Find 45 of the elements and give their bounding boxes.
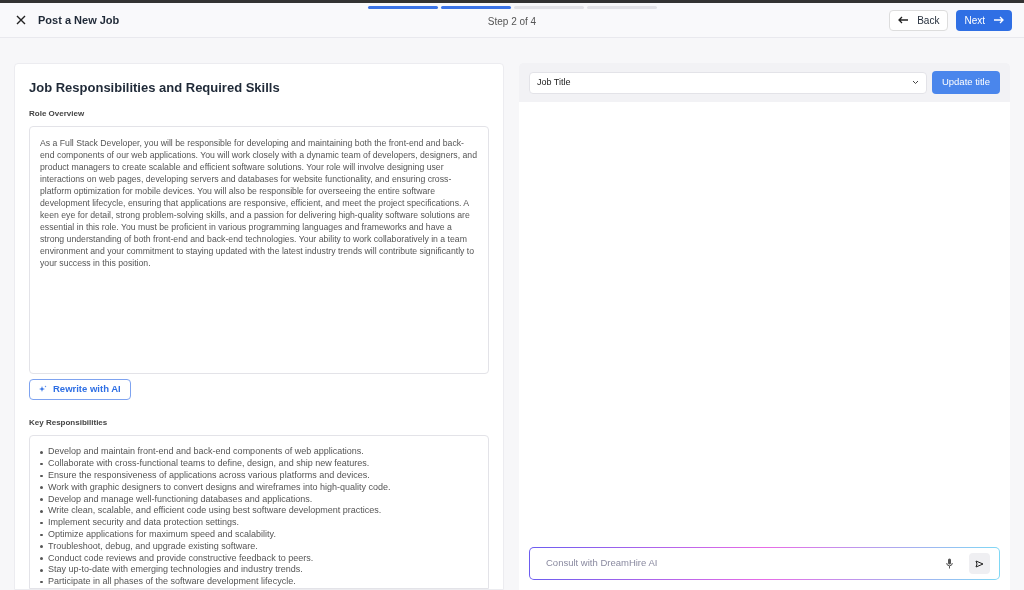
send-icon: [975, 559, 984, 568]
bullet-icon: [40, 498, 43, 501]
list-item: Develop and manage well-functioning databases and applications.: [48, 493, 313, 506]
list-item: Implement security and data protection settings.: [48, 517, 240, 529]
bullet-icon: [40, 580, 43, 584]
page-title: Post a New Job: [38, 12, 120, 28]
list-item: Conduct code reviews and provide constructive feedback to peers.: [48, 552, 314, 565]
list-item: Collaborate with cross-functional teams to define, design, and ship new features.: [48, 458, 370, 471]
back-button[interactable]: Back: [889, 9, 949, 31]
microphone-icon[interactable]: [946, 558, 953, 569]
job-title-select[interactable]: Job Title: [529, 71, 927, 94]
list-item: Ensure the responsiveness of applications across various platforms and devices.: [48, 470, 370, 482]
close-icon[interactable]: [16, 15, 26, 25]
list-item: Participate in all phases of the software development lifecycle.: [48, 576, 296, 588]
bullet-icon: [40, 557, 43, 560]
chat-input[interactable]: Consult with DreamHire AI: [530, 548, 999, 579]
role-overview-field[interactable]: As a Full Stack Developer, you will be responsible for developing and maintaining both the front-end and back-end components of our web applications. You will work closely with a dynamic team of developers, designers, and product managers to create scalable and efficient software solutions. Your role will involve designing user interactions on web pages, developing servers and databases for website functionality, and ensuring cross-platform optimization for mobile devices. You will also be responsible for overseeing the entire software development lifecycle, ensuring that applications are responsive, efficient, and meet the project specifications. A keen eye for detail, strong problem-solving skills, and a passion for delivering high-quality software solutions are essential in this role. You must be proficient in various programming languages and frameworks and have a strong understanding of both front-end and back-end technologies. Your ability to work collaboratively in a team environment and your commitment to staying updated with the latest industry trends will contribute significantly to your success in this position.: [29, 125, 489, 374]
list-item: Troubleshoot, debug, and upgrade existing software.: [48, 540, 258, 553]
bullet-icon: [40, 521, 43, 525]
form-title: Job Responsibilities and Required Skills: [29, 79, 281, 97]
next-button[interactable]: Next: [956, 9, 1012, 31]
bullet-icon: [40, 451, 43, 454]
bullet-icon: [40, 533, 43, 537]
update-title-button[interactable]: Update title: [931, 71, 1000, 94]
bullet-icon: [40, 569, 43, 572]
arrow-right-icon: [993, 16, 1004, 24]
bullet-icon: [40, 486, 43, 489]
key-responsibilities-field[interactable]: [29, 435, 489, 589]
bullet-icon: [40, 474, 43, 478]
list-item: Optimize applications for maximum speed and scalability.: [48, 529, 276, 541]
rewrite-button[interactable]: Rewrite with AI: [29, 378, 131, 401]
list-item: Work with graphic designers to convert designs and wireframes into high-quality code.: [48, 481, 391, 494]
list-item: Develop and maintain front-end and back-end components of web applications.: [48, 446, 364, 459]
step-label: Step 2 of 4: [487, 14, 537, 29]
arrow-left-icon: [898, 16, 910, 24]
list-item: Write clean, scalable, and efficient code using best software development practices.: [48, 505, 382, 518]
bullet-icon: [40, 462, 43, 466]
chevron-down-icon: [911, 80, 919, 85]
list-item: Stay up-to-date with emerging technologies and industry trends.: [48, 564, 303, 577]
bullet-icon: [40, 510, 43, 513]
bullet-icon: [40, 545, 43, 548]
chat-input-field[interactable]: Consult with DreamHire AI: [546, 556, 946, 571]
field-label: Role Overview: [29, 107, 86, 120]
field-label: Key Responsibilities: [29, 417, 109, 430]
send-button[interactable]: [969, 553, 990, 574]
